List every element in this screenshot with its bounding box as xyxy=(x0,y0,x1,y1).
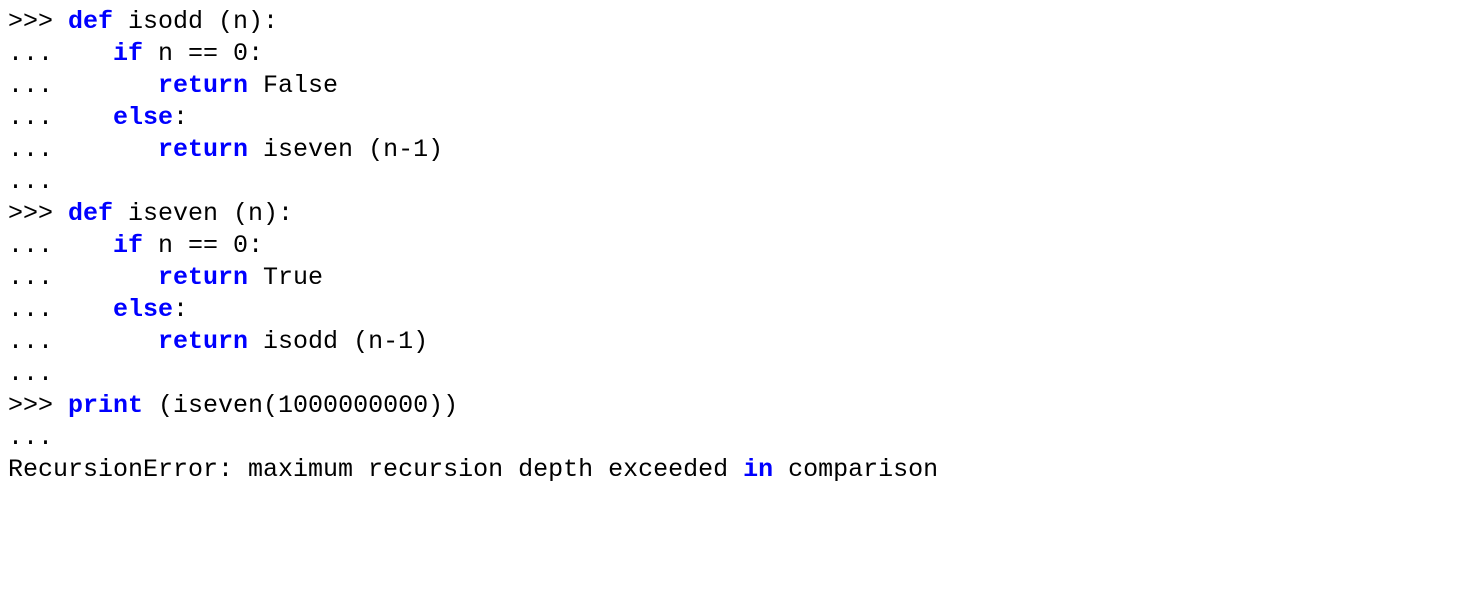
keyword-in: in xyxy=(743,455,773,484)
line-11: ... return isodd (n-1) xyxy=(8,327,428,356)
prompt-continuation-bare: ... xyxy=(8,167,53,196)
keyword-def: def xyxy=(68,7,113,36)
keyword-return: return xyxy=(158,263,248,292)
line-7: >>> def iseven (n): xyxy=(8,199,293,228)
code-text: (iseven(1000000000)) xyxy=(143,391,458,420)
keyword-if: if xyxy=(113,231,143,260)
prompt-primary: >>> xyxy=(8,391,68,420)
line-5: ... return iseven (n-1) xyxy=(8,135,443,164)
prompt-continuation: ... xyxy=(8,39,68,68)
line-13: >>> print (iseven(1000000000)) xyxy=(8,391,458,420)
prompt-continuation: ... xyxy=(8,295,68,324)
prompt-continuation: ... xyxy=(8,103,68,132)
indent xyxy=(68,295,113,324)
keyword-def: def xyxy=(68,199,113,228)
code-text: isodd (n): xyxy=(113,7,278,36)
error-text: RecursionError: maximum recursion depth … xyxy=(8,455,743,484)
prompt-continuation: ... xyxy=(8,327,68,356)
indent xyxy=(68,231,113,260)
code-text: n == 0: xyxy=(143,39,263,68)
keyword-return: return xyxy=(158,327,248,356)
line-15-error: RecursionError: maximum recursion depth … xyxy=(8,455,938,484)
line-6: ... xyxy=(8,167,53,196)
code-text: iseven (n): xyxy=(113,199,293,228)
indent xyxy=(68,39,113,68)
line-9: ... return True xyxy=(8,263,323,292)
code-text: n == 0: xyxy=(143,231,263,260)
code-text: : xyxy=(173,103,188,132)
prompt-continuation: ... xyxy=(8,231,68,260)
prompt-continuation-bare: ... xyxy=(8,423,53,452)
indent xyxy=(68,135,158,164)
line-14: ... xyxy=(8,423,53,452)
line-8: ... if n == 0: xyxy=(8,231,263,260)
keyword-else: else xyxy=(113,295,173,324)
line-3: ... return False xyxy=(8,71,338,100)
indent xyxy=(68,327,158,356)
code-text: isodd (n-1) xyxy=(248,327,428,356)
prompt-primary: >>> xyxy=(8,199,68,228)
indent xyxy=(68,71,158,100)
code-text: True xyxy=(248,263,323,292)
prompt-continuation: ... xyxy=(8,71,68,100)
prompt-continuation-bare: ... xyxy=(8,359,53,388)
python-repl-code-block: >>> def isodd (n): ... if n == 0: ... re… xyxy=(0,0,1470,492)
indent xyxy=(68,103,113,132)
prompt-primary: >>> xyxy=(8,7,68,36)
prompt-continuation: ... xyxy=(8,135,68,164)
line-10: ... else: xyxy=(8,295,188,324)
indent xyxy=(68,263,158,292)
keyword-else: else xyxy=(113,103,173,132)
line-1: >>> def isodd (n): xyxy=(8,7,278,36)
line-4: ... else: xyxy=(8,103,188,132)
code-text: False xyxy=(248,71,338,100)
error-text: comparison xyxy=(773,455,938,484)
keyword-if: if xyxy=(113,39,143,68)
code-text: iseven (n-1) xyxy=(248,135,443,164)
code-text: : xyxy=(173,295,188,324)
prompt-continuation: ... xyxy=(8,263,68,292)
keyword-return: return xyxy=(158,71,248,100)
keyword-print: print xyxy=(68,391,143,420)
keyword-return: return xyxy=(158,135,248,164)
line-12: ... xyxy=(8,359,53,388)
line-2: ... if n == 0: xyxy=(8,39,263,68)
